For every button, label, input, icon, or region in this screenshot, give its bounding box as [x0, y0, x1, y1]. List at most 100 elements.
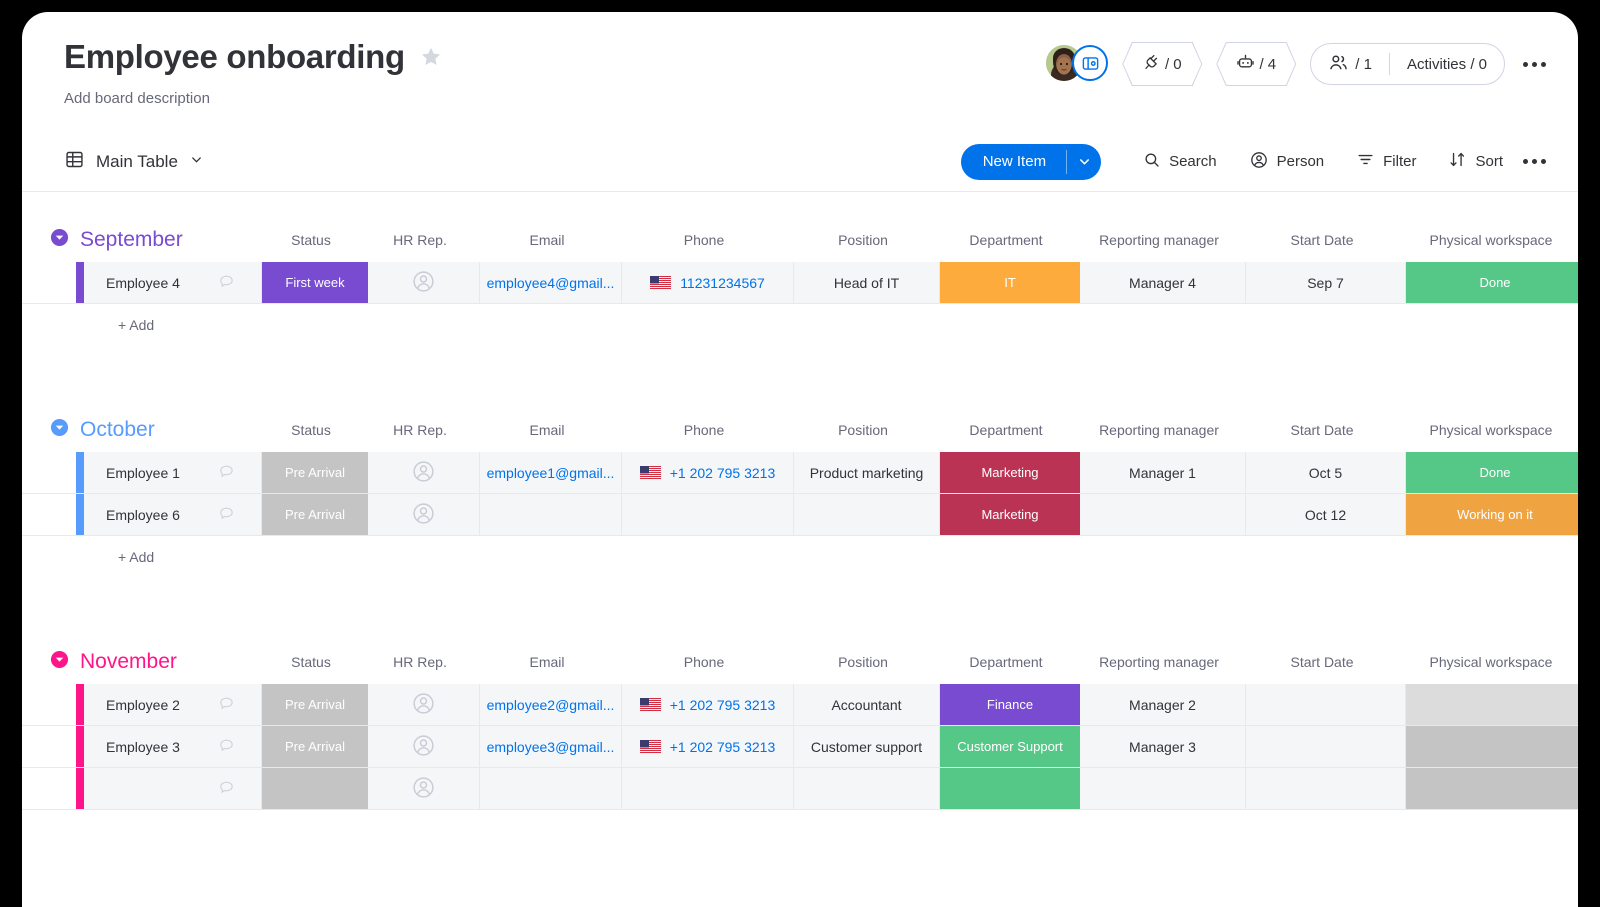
- board-members-button[interactable]: / 1: [1311, 44, 1389, 84]
- add-item-row[interactable]: + Add: [22, 536, 1578, 578]
- cell-physical-workspace[interactable]: [1406, 768, 1578, 809]
- cell-hr-rep[interactable]: [368, 768, 480, 809]
- column-header-start_date[interactable]: Start Date: [1242, 422, 1402, 438]
- column-header-status[interactable]: Status: [258, 654, 364, 670]
- cell-item-name[interactable]: [84, 768, 262, 809]
- cell-phone[interactable]: 11231234567: [622, 262, 794, 303]
- cell-start-date[interactable]: [1246, 684, 1406, 725]
- chat-icon[interactable]: [218, 463, 235, 483]
- cell-item-name[interactable]: Employee 1: [84, 452, 262, 493]
- column-header-workspace[interactable]: Physical workspace: [1402, 232, 1578, 248]
- sort-button[interactable]: Sort: [1432, 144, 1519, 180]
- cell-department[interactable]: Finance: [940, 684, 1080, 725]
- person-placeholder-icon[interactable]: [411, 733, 436, 761]
- column-header-start_date[interactable]: Start Date: [1242, 654, 1402, 670]
- cell-email[interactable]: employee4@gmail...: [480, 262, 622, 303]
- table-row[interactable]: Employee 6Pre ArrivalMarketingOct 12Work…: [22, 494, 1578, 536]
- person-placeholder-icon[interactable]: [411, 459, 436, 487]
- table-row[interactable]: Employee 3Pre Arrival employee3@gmail...+…: [22, 726, 1578, 768]
- cell-physical-workspace[interactable]: [1406, 726, 1578, 767]
- cell-status[interactable]: First week: [262, 262, 368, 303]
- cell-department[interactable]: Customer Support: [940, 726, 1080, 767]
- board-view-toggle-button[interactable]: [1072, 45, 1108, 81]
- board-description[interactable]: Add board description: [64, 90, 1548, 107]
- column-header-workspace[interactable]: Physical workspace: [1402, 654, 1578, 670]
- cell-item-name[interactable]: Employee 3: [84, 726, 262, 767]
- chat-icon[interactable]: [218, 779, 235, 799]
- table-row[interactable]: Employee 2Pre Arrivalemployee2@gmail...+…: [22, 684, 1578, 726]
- cell-start-date[interactable]: [1246, 726, 1406, 767]
- column-header-status[interactable]: Status: [258, 232, 364, 248]
- table-row[interactable]: Employee 1Pre Arrival employee1@gmail...+…: [22, 452, 1578, 494]
- cell-hr-rep[interactable]: [368, 452, 480, 493]
- search-button[interactable]: Search: [1127, 144, 1233, 180]
- cell-status[interactable]: Pre Arrival: [262, 684, 368, 725]
- group-collapse-button[interactable]: [50, 421, 69, 440]
- chat-icon[interactable]: [218, 737, 235, 757]
- cell-position[interactable]: Accountant: [794, 684, 940, 725]
- collapse-caret-icon[interactable]: [50, 228, 69, 252]
- cell-reporting-manager[interactable]: Manager 3: [1080, 726, 1246, 767]
- column-header-department[interactable]: Department: [936, 654, 1076, 670]
- cell-reporting-manager[interactable]: [1080, 494, 1246, 535]
- column-header-email[interactable]: Email: [476, 654, 618, 670]
- cell-email[interactable]: [480, 494, 622, 535]
- cell-department[interactable]: IT: [940, 262, 1080, 303]
- cell-phone[interactable]: +1 202 795 3213: [622, 452, 794, 493]
- column-header-status[interactable]: Status: [258, 422, 364, 438]
- board-more-options-button[interactable]: [1519, 62, 1550, 67]
- cell-item-name[interactable]: Employee 4: [84, 262, 262, 303]
- chat-icon[interactable]: [218, 273, 235, 293]
- column-header-department[interactable]: Department: [936, 232, 1076, 248]
- person-placeholder-icon[interactable]: [411, 691, 436, 719]
- group-collapse-button[interactable]: [50, 231, 69, 250]
- cell-start-date[interactable]: Oct 5: [1246, 452, 1406, 493]
- person-placeholder-icon[interactable]: [411, 269, 436, 297]
- cell-start-date[interactable]: Sep 7: [1246, 262, 1406, 303]
- cell-phone[interactable]: [622, 494, 794, 535]
- cell-position[interactable]: [794, 494, 940, 535]
- automations-button[interactable]: / 4: [1216, 42, 1296, 86]
- cell-phone[interactable]: +1 202 795 3213: [622, 684, 794, 725]
- cell-email[interactable]: employee1@gmail...: [480, 452, 622, 493]
- group-collapse-button[interactable]: [50, 653, 69, 672]
- cell-department[interactable]: [940, 768, 1080, 809]
- collapse-caret-icon[interactable]: [50, 650, 69, 674]
- new-item-button[interactable]: New Item: [961, 144, 1101, 180]
- cell-status[interactable]: Pre Arrival: [262, 494, 368, 535]
- cell-status[interactable]: Pre Arrival: [262, 452, 368, 493]
- filter-button[interactable]: Filter: [1340, 144, 1432, 180]
- group-title[interactable]: September: [80, 228, 258, 252]
- cell-item-name[interactable]: Employee 6: [84, 494, 262, 535]
- cell-hr-rep[interactable]: [368, 684, 480, 725]
- chat-icon[interactable]: [218, 505, 235, 525]
- person-placeholder-icon[interactable]: [411, 775, 436, 803]
- column-header-email[interactable]: Email: [476, 232, 618, 248]
- cell-phone[interactable]: [622, 768, 794, 809]
- page-title[interactable]: Employee onboarding: [64, 38, 405, 76]
- cell-hr-rep[interactable]: [368, 726, 480, 767]
- person-filter-button[interactable]: Person: [1233, 144, 1341, 180]
- integrations-button[interactable]: / 0: [1122, 42, 1202, 86]
- column-header-hr_rep[interactable]: HR Rep.: [364, 232, 476, 248]
- cell-phone[interactable]: +1 202 795 3213: [622, 726, 794, 767]
- cell-reporting-manager[interactable]: Manager 4: [1080, 262, 1246, 303]
- cell-position[interactable]: Product marketing: [794, 452, 940, 493]
- cell-department[interactable]: Marketing: [940, 494, 1080, 535]
- column-header-phone[interactable]: Phone: [618, 232, 790, 248]
- cell-reporting-manager[interactable]: Manager 2: [1080, 684, 1246, 725]
- column-header-position[interactable]: Position: [790, 232, 936, 248]
- chevron-down-icon[interactable]: [189, 152, 204, 172]
- table-row[interactable]: Employee 4First week employee4@gmail...11…: [22, 262, 1578, 304]
- column-header-position[interactable]: Position: [790, 654, 936, 670]
- cell-email[interactable]: employee3@gmail...: [480, 726, 622, 767]
- cell-reporting-manager[interactable]: Manager 1: [1080, 452, 1246, 493]
- cell-department[interactable]: Marketing: [940, 452, 1080, 493]
- column-header-email[interactable]: Email: [476, 422, 618, 438]
- column-header-manager[interactable]: Reporting manager: [1076, 232, 1242, 248]
- cell-physical-workspace[interactable]: [1406, 684, 1578, 725]
- toolbar-more-options-button[interactable]: [1519, 159, 1550, 164]
- cell-status[interactable]: Pre Arrival: [262, 726, 368, 767]
- cell-physical-workspace[interactable]: Done: [1406, 262, 1578, 303]
- column-header-hr_rep[interactable]: HR Rep.: [364, 422, 476, 438]
